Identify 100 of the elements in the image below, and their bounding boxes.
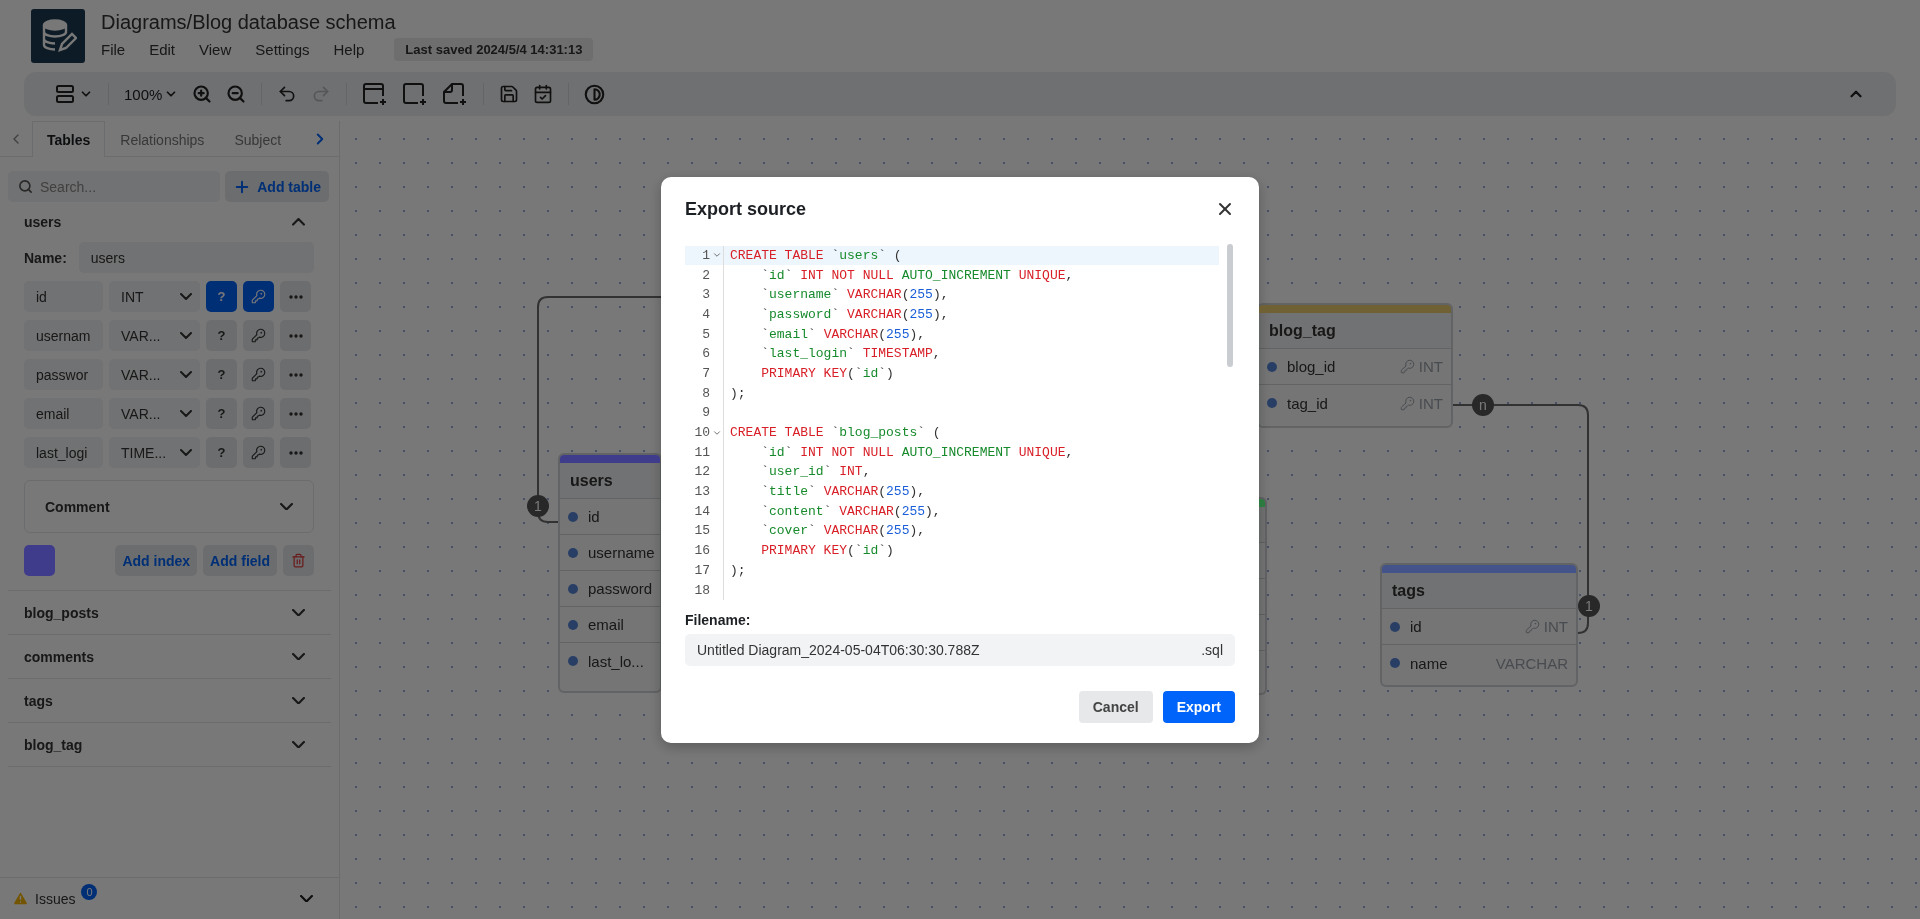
line-number: 4 — [701, 306, 710, 322]
sidebar-tab[interactable]: Tables — [32, 121, 106, 157]
code-line: CREATE TABLE `blog_posts` ( — [729, 425, 941, 441]
field-name-input[interactable]: email — [24, 398, 103, 429]
menu-item[interactable]: Help — [333, 41, 365, 58]
field-name: last_lo... — [588, 652, 644, 670]
cancel-button[interactable]: Cancel — [1078, 690, 1153, 723]
menu-item[interactable]: Edit — [149, 41, 176, 58]
line-number: 18 — [693, 582, 710, 598]
line-number: 9 — [701, 405, 710, 421]
dialog-title: Export source — [685, 198, 807, 220]
menu-item[interactable]: Settings — [255, 41, 310, 58]
field-name: password — [588, 580, 653, 597]
code-line: `user_id` INT, — [760, 464, 871, 480]
code-line: ); — [729, 385, 746, 401]
line-number: 13 — [693, 484, 710, 500]
line-number: 8 — [701, 385, 710, 401]
comment-section[interactable]: Comment — [24, 480, 314, 533]
table-section-title: users — [24, 214, 62, 230]
table-section-title: blog_posts — [24, 604, 99, 621]
name-label: Name: — [24, 249, 67, 266]
line-number: 10 — [693, 425, 710, 441]
line-number: 1 — [701, 247, 710, 263]
line-number: 11 — [693, 444, 710, 460]
not-null-toggle[interactable]: ? — [206, 281, 237, 312]
line-number: 17 — [693, 562, 710, 578]
cardinality-badge: 1 — [1578, 595, 1600, 617]
line-number: 3 — [701, 287, 710, 303]
filename-label: Filename: — [685, 611, 752, 628]
comment-title: Comment — [45, 498, 110, 515]
code-line: `id` INT NOT NULL AUTO_INCREMENT UNIQUE, — [760, 267, 1074, 283]
issues-count: 0 — [81, 883, 98, 900]
table-section-title: tags — [24, 692, 53, 709]
table-section-title: blog_tag — [24, 736, 83, 753]
cardinality-badge: 1 — [527, 495, 549, 517]
field-name-input[interactable]: id — [24, 281, 103, 312]
line-number: 14 — [693, 503, 710, 519]
line-number: 15 — [693, 523, 710, 539]
line-number: 5 — [701, 326, 710, 342]
field-type-select[interactable]: TIME... — [109, 437, 200, 468]
field-name: tag_id — [1287, 394, 1328, 412]
sidebar-tab[interactable]: Subject — [219, 121, 297, 157]
issues-label: Issues — [35, 890, 76, 907]
add-field-button[interactable]: Add field — [203, 545, 277, 576]
field-type-select[interactable]: VAR... — [109, 359, 200, 390]
filename-input[interactable]: Untitled Diagram_2024-05-04T06:30:30.788Z .sql — [685, 633, 1235, 666]
add-index-button[interactable]: Add index — [115, 545, 198, 576]
not-null-toggle[interactable]: ? — [206, 359, 237, 390]
add-table-button[interactable]: Add table — [225, 171, 329, 202]
last-saved-label: Last saved 2024/5/4 14:31:13 — [394, 38, 594, 61]
code-line: PRIMARY KEY(`id`) — [760, 543, 894, 559]
table-section-header[interactable]: blog_posts — [8, 591, 331, 635]
table-section-header[interactable]: blog_tag — [8, 723, 331, 767]
field-name: id — [1410, 618, 1422, 635]
line-number: 16 — [693, 543, 710, 559]
line-number: 12 — [693, 464, 710, 480]
line-number: 7 — [701, 365, 710, 381]
field-name-input[interactable]: passwor — [24, 359, 103, 390]
not-null-toggle[interactable]: ? — [206, 437, 237, 468]
table-name: blog_tag — [1269, 321, 1336, 340]
code-line: PRIMARY KEY(`id`) — [760, 365, 894, 381]
export-button[interactable]: Export — [1162, 690, 1235, 723]
field-name-input[interactable]: usernam — [24, 320, 103, 351]
field-type-select[interactable]: INT — [109, 281, 200, 312]
code-line: `password` VARCHAR(255), — [760, 306, 949, 322]
field-type-select[interactable]: VAR... — [109, 320, 200, 351]
zoom-menu-button[interactable]: 100% — [117, 78, 186, 110]
code-line: CREATE TABLE `users` ( — [729, 247, 902, 263]
table-section-header[interactable]: users — [8, 202, 331, 242]
code-line: `id` INT NOT NULL AUTO_INCREMENT UNIQUE, — [760, 444, 1074, 460]
not-null-toggle[interactable]: ? — [206, 320, 237, 351]
code-line: `title` VARCHAR(255), — [760, 484, 926, 500]
table-card[interactable]: users id username password email last_lo... — [558, 453, 662, 693]
not-null-toggle[interactable]: ? — [206, 398, 237, 429]
field-name: email — [588, 616, 624, 633]
table-name-input[interactable]: users — [78, 242, 314, 273]
code-line: `cover` VARCHAR(255), — [760, 523, 926, 539]
code-line: `email` VARCHAR(255), — [760, 326, 926, 342]
field-name: name — [1410, 654, 1448, 672]
field-name: blog_id — [1287, 358, 1336, 375]
table-section-header[interactable]: comments — [8, 635, 331, 679]
code-line: `content` VARCHAR(255), — [760, 503, 941, 519]
sidebar-tab[interactable]: Relationships — [105, 121, 220, 157]
issues-bar[interactable]: Issues 0 — [0, 877, 339, 919]
diagram-title: Diagrams/Blog database schema — [101, 11, 397, 34]
code-line: ); — [729, 562, 746, 578]
code-line: `last_login` TIMESTAMP, — [760, 346, 941, 362]
table-section-header[interactable]: tags — [8, 679, 331, 723]
table-name: users — [570, 471, 613, 490]
file-extension: .sql — [1201, 641, 1223, 658]
field-name-input[interactable]: last_logi — [24, 437, 103, 468]
table-name: tags — [1392, 581, 1425, 600]
field-name: username — [588, 544, 655, 561]
line-number: 6 — [701, 346, 710, 362]
field-type-select[interactable]: VAR... — [109, 398, 200, 429]
cardinality-badge: n — [1472, 394, 1494, 416]
menu-item[interactable]: File — [101, 41, 126, 58]
menu-item[interactable]: View — [199, 41, 232, 58]
line-number: 2 — [701, 267, 710, 283]
table-section-title: comments — [24, 648, 95, 665]
